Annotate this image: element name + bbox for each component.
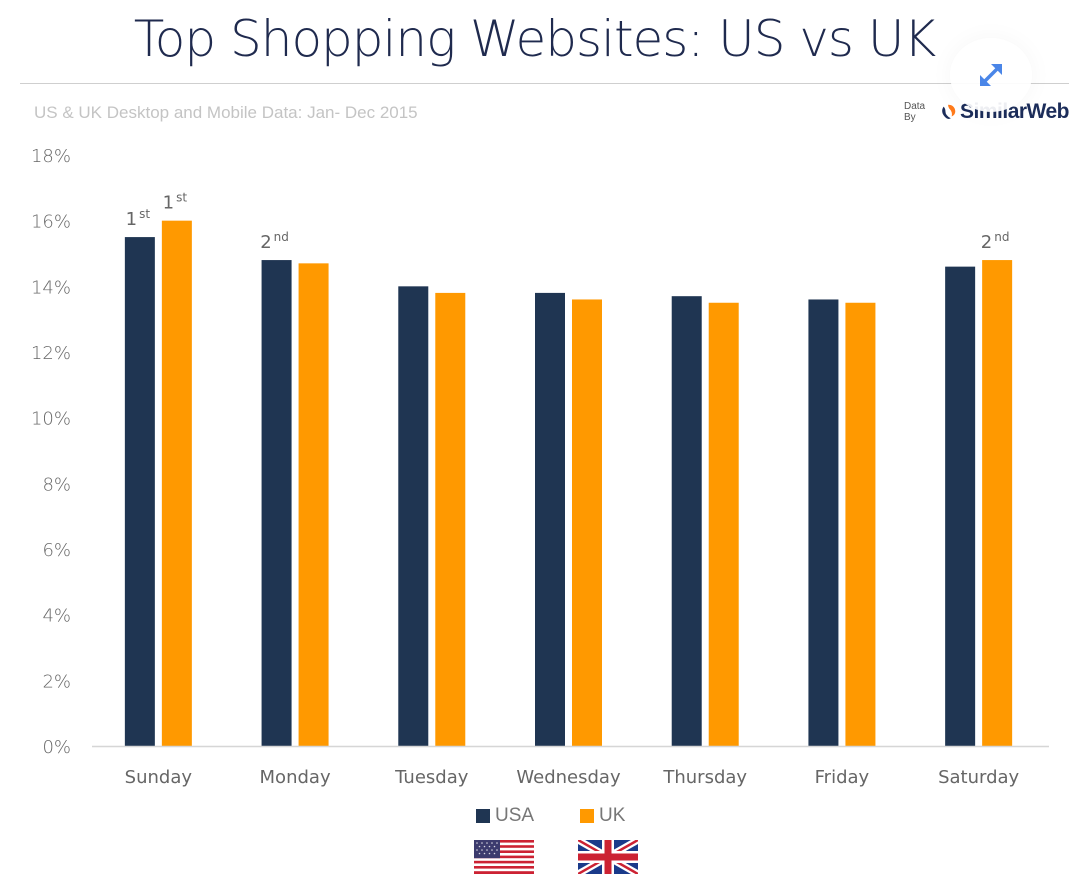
x-tick-label: Wednesday [516,767,621,788]
y-tick-label: 16% [31,212,71,233]
bar-uk-monday[interactable] [298,263,329,746]
rank-annotation: 1st [126,207,151,230]
y-tick-label: 10% [31,409,71,430]
x-tick-label: Monday [260,767,331,788]
legend: USA UK [0,805,1069,829]
x-tick-label: Tuesday [394,767,469,788]
chart-card: Top Shopping Websites: US vs UK US & UK … [0,0,1069,874]
legend-swatch-uk [580,809,594,823]
bar-usa-friday[interactable] [808,299,839,746]
rank-annotations: 1 st 1 st 2 nd 2nd [126,191,1010,253]
y-tick-label: 8% [42,474,71,495]
rank-annotation: 2nd [260,230,289,253]
bar-chart: 0% 2% 4% 6% 8% 10% 12% 14% 16% 18% 1 st 1 st 2 nd 2nd S… [31,146,1049,788]
x-tick-label: Saturday [938,767,1019,788]
bar-uk-tuesday[interactable] [435,292,466,746]
bar-usa-sunday[interactable] [124,237,155,747]
legend-swatch-usa [476,809,490,823]
x-axis: Sunday Monday Tuesday Wednesday Thursday Frid… [92,745,1049,788]
y-tick-label: 2% [42,671,71,692]
us-flag-icon [474,840,534,874]
bars [124,220,1013,747]
x-tick-label: Thursday [662,767,747,788]
bar-usa-monday[interactable] [261,260,292,746]
bar-uk-sunday[interactable] [161,220,192,746]
x-tick-label: Friday [815,767,870,788]
y-tick-label: 14% [31,277,71,298]
legend-item-usa[interactable]: USA [476,805,534,827]
y-tick-label: 0% [42,737,71,758]
bar-uk-saturday[interactable] [982,260,1013,746]
legend-item-uk[interactable]: UK [580,805,625,827]
legend-label-uk: UK [599,805,626,826]
uk-flag-icon [578,840,638,874]
bar-usa-thursday[interactable] [671,296,702,746]
bar-uk-friday[interactable] [845,302,876,746]
rank-annotation: 2nd [981,230,1010,253]
legend-label-usa: USA [495,805,535,826]
x-tick-label: Sunday [125,767,193,788]
bar-uk-wednesday[interactable] [572,299,602,746]
rank-annotation: 1st [163,191,188,214]
y-tick-label: 12% [31,343,71,364]
y-axis: 0% 2% 4% 6% 8% 10% 12% 14% 16% 18% [31,146,71,758]
bar-uk-thursday[interactable] [708,302,739,746]
y-tick-label: 4% [42,606,71,627]
bar-usa-saturday[interactable] [945,266,976,746]
y-tick-label: 18% [31,146,71,167]
bar-usa-tuesday[interactable] [398,286,429,746]
bar-usa-wednesday[interactable] [535,292,565,746]
y-tick-label: 6% [42,540,71,561]
